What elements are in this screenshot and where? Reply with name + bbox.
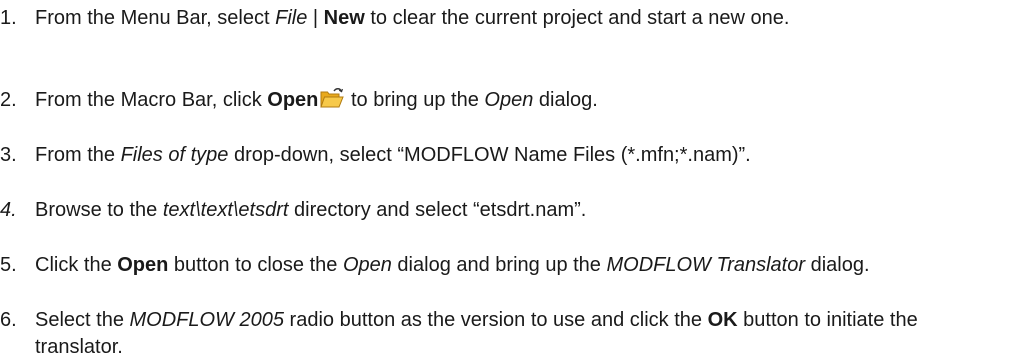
step-text-part: | — [307, 7, 324, 29]
step-5: 5. Click the Open button to close the Op… — [0, 252, 1005, 279]
step-text: Click the Open button to close the Open … — [35, 252, 1005, 279]
step-number: 6. — [0, 309, 17, 331]
open-folder-icon — [320, 87, 345, 109]
step-text-part: button to close the — [168, 254, 343, 276]
menu-command: New — [323, 7, 365, 29]
step-text-part: radio button as the version to use and c… — [284, 309, 708, 331]
step-6: 6. Select the MODFLOW 2005 radio button … — [0, 307, 1005, 361]
step-text-part: to bring up the — [345, 89, 485, 111]
dialog-name: Open — [484, 89, 534, 111]
step-2: 2. From the Macro Bar, click Open to bri… — [0, 87, 1005, 113]
step-text: From the Menu Bar, select File | New to … — [35, 5, 1005, 32]
instruction-steps: 1. From the Menu Bar, select File | New … — [0, 0, 1015, 364]
step-text: From the Macro Bar, click Open to bring … — [35, 87, 1005, 113]
step-text: Select the MODFLOW 2005 radio button as … — [35, 307, 1005, 361]
step-text-part: From the Macro Bar, click — [35, 89, 268, 111]
step-number: 2. — [0, 89, 17, 111]
step-text-part: drop-down, select “MODFLOW Name Files (*… — [228, 144, 751, 166]
step-number: 1. — [0, 7, 17, 29]
step-number: 5. — [0, 254, 17, 276]
step-4: 4. Browse to the text\text\etsdrt direct… — [0, 197, 1005, 223]
dialog-name: Open — [342, 254, 392, 276]
step-text: From the Files of type drop-down, select… — [35, 142, 1005, 168]
step-text-part: directory and select “etsdrt.nam”. — [288, 199, 587, 221]
option-name: MODFLOW 2005 — [129, 309, 284, 331]
step-text-part: Click the — [35, 254, 118, 276]
step-text-part: to clear the current project and start a… — [364, 7, 790, 29]
button-name: Open — [117, 254, 169, 276]
step-text-part: Browse to the — [35, 199, 163, 221]
step-text-part: From the — [35, 144, 121, 166]
button-name: Open — [267, 89, 319, 111]
button-name: OK — [707, 309, 738, 331]
field-name: Files of type — [120, 144, 229, 166]
step-1: 1. From the Menu Bar, select File | New … — [0, 5, 1005, 32]
step-text: Browse to the text\text\etsdrt directory… — [35, 197, 1005, 223]
step-text-part: dialog. — [805, 254, 870, 276]
step-text-part: From the Menu Bar, select — [35, 7, 276, 29]
directory-path: text\text\etsdrt — [162, 199, 289, 221]
menu-name: File — [275, 7, 308, 29]
step-number: 3. — [0, 144, 17, 166]
step-3: 3. From the Files of type drop-down, sel… — [0, 142, 1005, 168]
step-text-part: dialog and bring up the — [391, 254, 607, 276]
dialog-name: MODFLOW Translator — [606, 254, 806, 276]
step-text-part: dialog. — [533, 89, 598, 111]
step-number: 4. — [0, 199, 17, 221]
step-text-part: Select the — [35, 309, 130, 331]
